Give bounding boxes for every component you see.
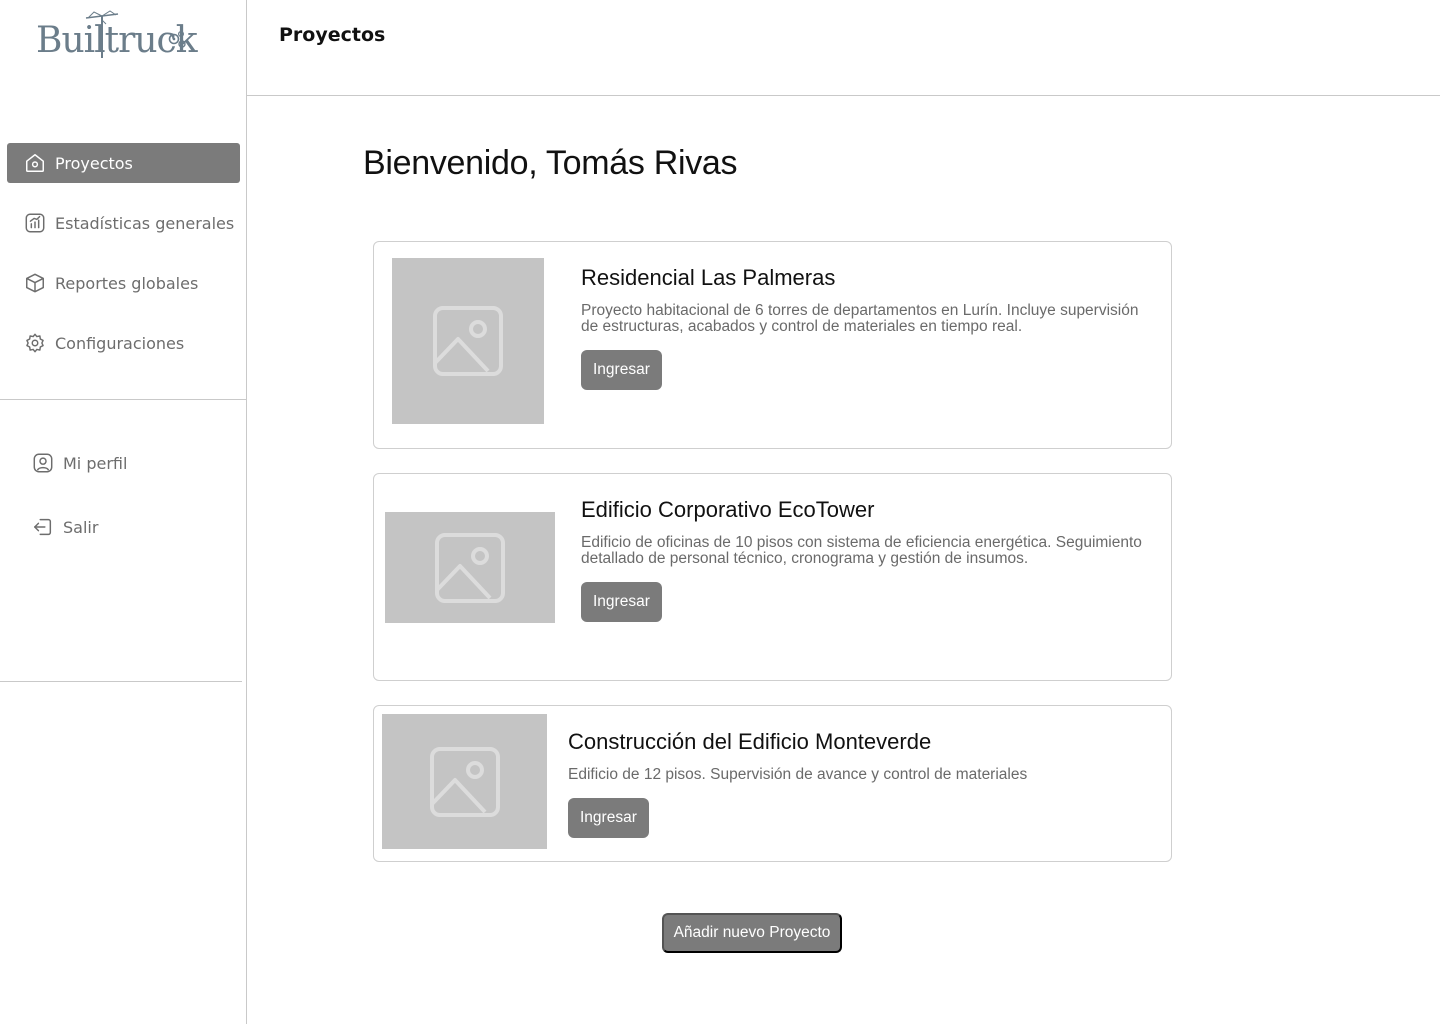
image-placeholder-icon	[382, 714, 547, 849]
ingresar-button[interactable]: Ingresar	[581, 350, 662, 390]
logo[interactable]: Builtruck	[36, 6, 198, 68]
box-icon	[24, 272, 46, 294]
project-title: Construcción del Edificio Monteverde	[568, 729, 932, 754]
sidebar-item-label: Mi perfil	[63, 453, 128, 473]
project-title: Edificio Corporativo EcoTower	[581, 497, 875, 522]
top-header: Proyectos	[247, 0, 1440, 96]
project-description: Proyecto habitacional de 6 torres de dep…	[581, 302, 1139, 335]
sidebar-item-proyectos[interactable]: Proyectos	[7, 143, 240, 183]
sidebar-item-configuraciones[interactable]: Configuraciones	[0, 323, 247, 363]
project-description: Edificio de oficinas de 10 pisos con sis…	[581, 534, 1142, 567]
image-placeholder-icon	[392, 258, 544, 424]
account-nav: Mi perfil Salir	[32, 443, 127, 571]
sidebar: Builtruck Proyectos Estadísticas general…	[0, 0, 247, 1024]
project-card: Residencial Las Palmeras Proyecto habita…	[373, 241, 1172, 449]
add-project-button[interactable]: Añadir nuevo Proyecto	[662, 913, 842, 953]
sidebar-item-salir[interactable]: Salir	[32, 507, 127, 547]
sidebar-divider	[0, 399, 247, 400]
ingresar-button[interactable]: Ingresar	[568, 798, 649, 838]
home-icon	[24, 152, 46, 174]
logo-text: Builtruck	[36, 20, 198, 61]
gear-icon	[24, 332, 46, 354]
sidebar-item-estadisticas[interactable]: Estadísticas generales	[0, 203, 247, 243]
user-icon	[32, 452, 54, 474]
project-card: Edificio Corporativo EcoTower Edificio d…	[373, 473, 1172, 681]
page-title: Proyectos	[279, 24, 386, 46]
welcome-heading: Bienvenido, Tomás Rivas	[363, 144, 738, 182]
logout-icon	[32, 516, 54, 538]
sidebar-item-label: Reportes globales	[55, 273, 199, 293]
project-title: Residencial Las Palmeras	[581, 265, 836, 290]
ingresar-button[interactable]: Ingresar	[581, 582, 662, 622]
sidebar-item-mi-perfil[interactable]: Mi perfil	[32, 443, 127, 483]
sidebar-item-label: Estadísticas generales	[55, 213, 235, 233]
sidebar-divider	[0, 681, 242, 682]
project-description: Edificio de 12 pisos. Supervisión de ava…	[568, 766, 1028, 783]
sidebar-item-label: Configuraciones	[55, 333, 185, 353]
sidebar-nav: Proyectos Estadísticas generales Reporte…	[0, 143, 247, 383]
project-card: Construcción del Edificio Monteverde Edi…	[373, 705, 1172, 862]
sidebar-item-reportes[interactable]: Reportes globales	[0, 263, 247, 303]
image-placeholder-icon	[385, 512, 555, 623]
sidebar-item-label: Salir	[63, 517, 99, 537]
chart-icon	[24, 212, 46, 234]
sidebar-item-label: Proyectos	[55, 153, 133, 173]
